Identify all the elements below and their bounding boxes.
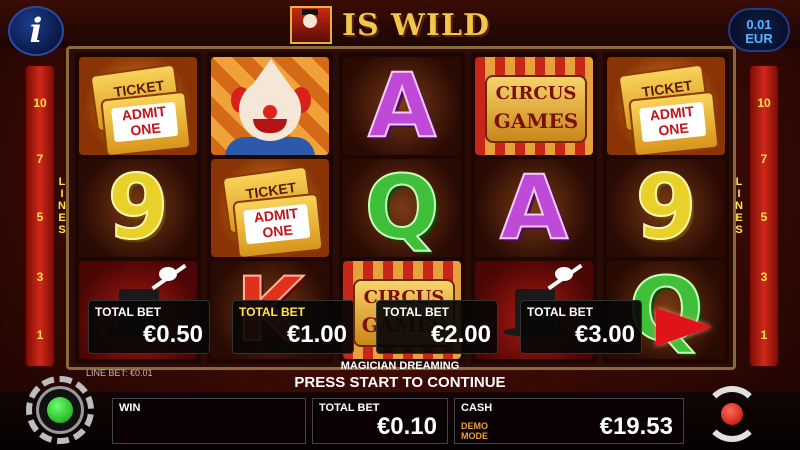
line-number[interactable]: 3 xyxy=(26,270,54,284)
wild-text: IS WILD xyxy=(342,7,490,43)
lines-label-right: LINES xyxy=(735,176,743,236)
info-button[interactable]: i xyxy=(8,6,64,56)
ace-symbol: A xyxy=(343,57,461,155)
win-panel: WIN xyxy=(112,398,306,444)
total-bet-option-4[interactable]: TOTAL BET €3.00 xyxy=(520,300,642,354)
wild-banner: IS WILD xyxy=(290,6,490,44)
ticket-symbol: TICKET ADMIT ONE xyxy=(79,57,197,155)
ticket-symbol: TICKET ADMIT ONE xyxy=(607,57,725,155)
total-bet-option-1[interactable]: TOTAL BET €0.50 xyxy=(88,300,210,354)
symbol-name-label: MAGICIAN DREAMING xyxy=(340,360,460,372)
nine-symbol: 9 xyxy=(607,159,725,257)
coin-value: 0.01 xyxy=(746,17,772,32)
clown-symbol xyxy=(211,57,329,155)
cash-panel: CASH DEMO MODE €19.53 xyxy=(454,398,684,444)
demo-mode-label: DEMO MODE xyxy=(461,421,488,441)
status-message: PRESS START TO CONTINUE xyxy=(294,374,506,391)
settings-start-button[interactable] xyxy=(22,372,104,448)
total-bet-value: €0.10 xyxy=(376,413,437,440)
line-number[interactable]: 5 xyxy=(750,210,778,224)
start-indicator xyxy=(47,397,73,423)
play-arrow-icon[interactable] xyxy=(656,308,712,346)
nine-symbol: 9 xyxy=(79,159,197,257)
ace-symbol: A xyxy=(475,159,593,257)
currency-label: EUR xyxy=(745,31,773,46)
info-icon: i xyxy=(29,11,43,51)
line-number[interactable]: 7 xyxy=(26,152,54,166)
ticket-symbol: TICKET ADMIT ONE xyxy=(211,159,329,257)
line-number[interactable]: 10 xyxy=(750,96,778,110)
lines-label-left: LINES xyxy=(58,176,66,236)
autoplay-indicator xyxy=(721,403,743,425)
total-bet-option-2[interactable]: TOTAL BET €1.00 xyxy=(232,300,354,354)
cash-value: €19.53 xyxy=(599,413,673,440)
line-number[interactable]: 1 xyxy=(26,328,54,342)
circus-games-symbol: CIRCUSGAMES xyxy=(475,57,593,155)
line-number[interactable]: 10 xyxy=(26,96,54,110)
line-number[interactable]: 5 xyxy=(26,210,54,224)
line-number[interactable]: 1 xyxy=(750,328,778,342)
autoplay-button[interactable] xyxy=(692,378,772,448)
lines-panel-left: 10 7 5 3 1 xyxy=(24,64,56,368)
line-number[interactable]: 3 xyxy=(750,270,778,284)
total-bet-option-3[interactable]: TOTAL BET €2.00 xyxy=(376,300,498,354)
line-number[interactable]: 7 xyxy=(750,152,778,166)
lines-panel-right: 10 7 5 3 1 xyxy=(748,64,780,368)
wild-symbol-icon xyxy=(290,6,332,44)
total-bet-panel: TOTAL BET €0.10 xyxy=(312,398,448,444)
queen-symbol: Q xyxy=(343,159,461,257)
coin-value-button[interactable]: 0.01 EUR xyxy=(728,8,790,52)
